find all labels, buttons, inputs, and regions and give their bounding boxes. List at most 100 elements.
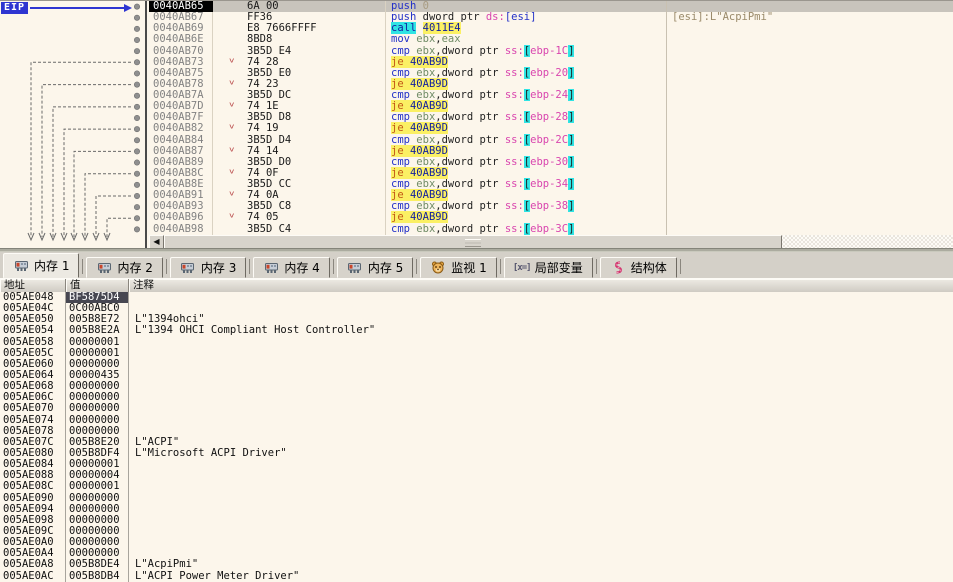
memory-row[interactable]: 005AE054005B8E2AL"1394 OHCI Compliant Ho… [0, 325, 953, 336]
memory-value: 00000000 [66, 403, 129, 414]
tab-memory-2[interactable]: 内存 2 [86, 257, 162, 278]
disasm-comment [667, 224, 953, 235]
jump-direction-icon: v [229, 57, 234, 66]
memory-value: 00000000 [66, 493, 129, 504]
memory-comment: L"ACPI Power Meter Driver" [129, 571, 953, 582]
column-header-comment[interactable]: 注释 [129, 279, 953, 292]
disasm-bytes: 3B5D C4 [213, 224, 386, 235]
memory-row[interactable]: 005AE07400000000 [0, 415, 953, 426]
disasm-row[interactable]: 0040AB703B5D E4cmp ebx,dword ptr ss:[ebp… [149, 46, 953, 57]
memory-comment [129, 470, 953, 481]
memory-icon [263, 261, 279, 274]
memory-row[interactable]: 005AE09C00000000 [0, 526, 953, 537]
disasm-address: 0040AB6E [149, 34, 213, 45]
disasm-comment [667, 90, 953, 101]
disasm-address: 0040AB70 [149, 46, 213, 57]
memory-icon [96, 261, 112, 274]
disasm-bytes: 3B5D CC [213, 179, 386, 190]
memory-comment [129, 337, 953, 348]
scrollbar-thumb[interactable] [164, 235, 782, 249]
tab-label: 内存 3 [201, 258, 236, 278]
memory-comment [129, 515, 953, 526]
memory-comment [129, 493, 953, 504]
memory-row[interactable]: 005AE048BF5875D4 [0, 292, 953, 303]
memory-row[interactable]: 005AE09400000000 [0, 504, 953, 515]
memory-row[interactable]: 005AE0A000000000 [0, 537, 953, 548]
disasm-comment [667, 212, 953, 223]
tab-memory-5[interactable]: 内存 5 [337, 257, 413, 278]
memory-row[interactable]: 005AE0A8005B8DE4L"AcpiPmi" [0, 559, 953, 570]
memory-comment [129, 292, 953, 303]
memory-row[interactable]: 005AE05800000001 [0, 337, 953, 348]
memory-value: 005B8DE4 [66, 559, 129, 570]
watch-icon [430, 261, 446, 274]
jump-direction-icon: v [229, 213, 234, 222]
memory-address: 005AE08C [0, 481, 66, 492]
tab-memory-1[interactable]: 内存 1 [3, 253, 79, 278]
memory-value: 005B8DB4 [66, 571, 129, 582]
tab-memory-4[interactable]: 内存 4 [253, 257, 329, 278]
disasm-bytes: 3B5D E0 [213, 68, 386, 79]
disasm-bytes: 6A 00 [213, 1, 386, 12]
disassembly-pane: EIP 0040AB656A 00push 00040AB67FF36push … [0, 0, 953, 248]
memory-row[interactable]: 005AE0AC005B8DB4L"ACPI Power Meter Drive… [0, 571, 953, 582]
tab-watch-1[interactable]: 监视 1 [420, 257, 496, 278]
tab-label: 内存 4 [284, 258, 319, 278]
horizontal-scrollbar[interactable]: ◀ [149, 235, 953, 249]
memory-row[interactable]: 005AE05C00000001 [0, 348, 953, 359]
memory-row[interactable]: 005AE06400000435 [0, 370, 953, 381]
disasm-bytes: 3B5D D4 [213, 135, 386, 146]
memory-comment [129, 526, 953, 537]
disasm-address: 0040AB82 [149, 123, 213, 134]
tab-struct[interactable]: 结构体 [600, 257, 677, 278]
tab-separator [166, 259, 167, 274]
tab-separator [333, 259, 334, 274]
disasm-comment [667, 190, 953, 201]
tab-separator [596, 259, 597, 274]
tab-label: 内存 1 [34, 256, 69, 276]
disasm-bytes: E8 7666FFFF [213, 23, 386, 34]
struct-icon [610, 261, 626, 274]
memory-comment [129, 403, 953, 414]
memory-row[interactable]: 005AE06000000000 [0, 359, 953, 370]
memory-row[interactable]: 005AE08800000004 [0, 470, 953, 481]
tab-locals[interactable]: [x=]局部变量 [504, 257, 593, 278]
column-header-address[interactable]: 地址 [0, 279, 66, 292]
disasm-bytes: v74 0F [213, 168, 386, 179]
scroll-left-button[interactable]: ◀ [149, 235, 164, 249]
disasm-comment: [esi]:L"AcpiPmi" [667, 12, 953, 23]
memory-row[interactable]: 005AE09000000000 [0, 493, 953, 504]
memory-row[interactable]: 005AE080005B8DF4L"Microsoft ACPI Driver" [0, 448, 953, 459]
memory-row[interactable]: 005AE09800000000 [0, 515, 953, 526]
memory-comment [129, 303, 953, 314]
memory-row[interactable]: 005AE08C00000001 [0, 481, 953, 492]
disasm-row[interactable]: 0040AB843B5D D4cmp ebx,dword ptr ss:[ebp… [149, 135, 953, 146]
disasm-comment [667, 146, 953, 157]
memory-comment [129, 392, 953, 403]
column-header-value[interactable]: 值 [66, 279, 129, 292]
jump-direction-icon: v [229, 168, 234, 177]
disasm-instruction: cmp ebx,dword ptr ss:[ebp-2C] [386, 135, 667, 146]
tab-label: 局部变量 [535, 258, 583, 278]
disasm-comment [667, 34, 953, 45]
memory-address: 005AE0A8 [0, 559, 66, 570]
disasm-comment [667, 46, 953, 57]
disasm-comment [667, 168, 953, 179]
tab-separator [680, 259, 681, 274]
memory-row[interactable]: 005AE06C00000000 [0, 392, 953, 403]
disasm-bytes: 3B5D E4 [213, 46, 386, 57]
disasm-bytes: 3B5D D8 [213, 112, 386, 123]
disasm-comment [667, 68, 953, 79]
jump-direction-icon: v [229, 101, 234, 110]
disasm-row[interactable]: 0040AB983B5D C4cmp ebx,dword ptr ss:[ebp… [149, 224, 953, 235]
disasm-address: 0040AB98 [149, 224, 213, 235]
memory-row[interactable]: 005AE06800000000 [0, 381, 953, 392]
memory-row[interactable]: 005AE07000000000 [0, 403, 953, 414]
jump-direction-icon: v [229, 124, 234, 133]
tab-memory-3[interactable]: 内存 3 [170, 257, 246, 278]
memory-icon [13, 259, 29, 272]
memory-row[interactable]: 005AE08400000001 [0, 459, 953, 470]
disasm-bytes: v74 28 [213, 57, 386, 68]
disasm-instruction: cmp ebx,dword ptr ss:[ebp-3C] [386, 224, 667, 235]
disassembly-rows: 0040AB656A 00push 00040AB67FF36push dwor… [149, 1, 953, 235]
